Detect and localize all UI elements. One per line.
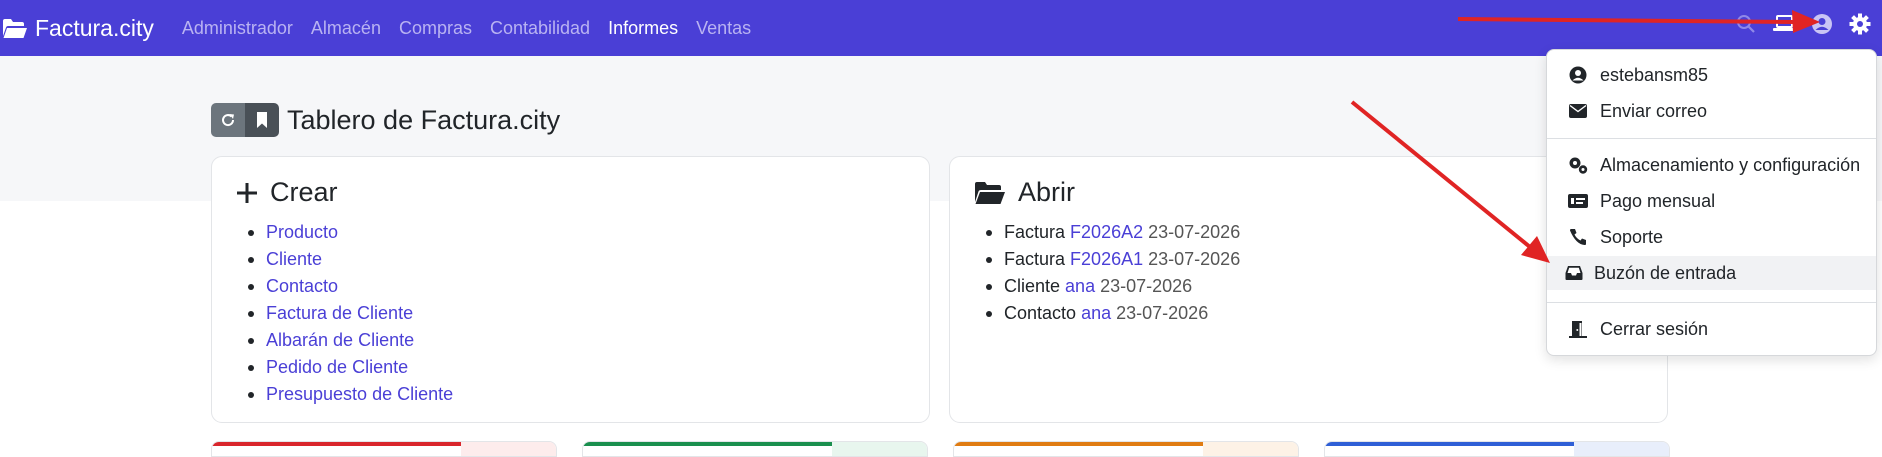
create-card-heading: Crear (270, 177, 338, 207)
menu-item-label: estebansm85 (1600, 64, 1709, 85)
doc-link[interactable]: F2026A1 (1070, 249, 1143, 269)
doc-type: Factura (1004, 249, 1066, 269)
create-order-link[interactable]: Pedido de Cliente (266, 357, 408, 377)
refresh-button[interactable] (211, 103, 245, 137)
menu-item-label: Cerrar sesión (1600, 318, 1709, 339)
menu-item-label: Soporte (1600, 226, 1664, 247)
doc-type: Cliente (1004, 276, 1061, 296)
list-item: Factura F2026A1 23-07-2026 (986, 246, 1240, 273)
create-card: Crear Producto Cliente Contacto Factura … (211, 156, 930, 423)
header-button-group (211, 103, 279, 137)
user-icon[interactable] (1810, 12, 1834, 36)
top-navbar: Factura.city Administrador Almacén Compr… (0, 0, 1882, 56)
laptop-icon[interactable] (1772, 12, 1796, 36)
envelope-icon (1567, 100, 1589, 122)
doc-link[interactable]: ana (1065, 276, 1095, 296)
doc-date: 23-07-2026 (1100, 276, 1193, 296)
list-item: Producto (248, 219, 453, 246)
menu-item-label: Enviar correo (1600, 100, 1708, 121)
list-item: Albarán de Cliente (248, 327, 453, 354)
menu-almacen[interactable]: Almacén (311, 18, 381, 39)
menu-compras[interactable]: Compras (399, 18, 472, 39)
create-card-title: Crear (236, 177, 338, 208)
menu-item-logout[interactable]: Cerrar sesión (1547, 312, 1876, 346)
list-item: Contacto ana 23-07-2026 (986, 300, 1240, 327)
create-product-link[interactable]: Producto (266, 222, 338, 242)
menu-item-billing[interactable]: Pago mensual (1547, 184, 1876, 218)
folder-open-icon (975, 181, 1005, 204)
doc-date: 23-07-2026 (1148, 249, 1241, 269)
stats-card-orange (953, 441, 1299, 457)
money-check-icon (1567, 190, 1589, 212)
card-tint (1574, 442, 1669, 456)
card-tint (832, 442, 927, 456)
main-menu: Administrador Almacén Compras Contabilid… (182, 18, 769, 39)
brand-name: Factura.city (35, 14, 154, 41)
menu-ventas[interactable]: Ventas (696, 18, 751, 39)
doc-type: Contacto (1004, 303, 1077, 323)
create-customer-link[interactable]: Cliente (266, 249, 322, 269)
open-card-title: Abrir (974, 177, 1075, 208)
phone-icon (1567, 226, 1589, 248)
menu-contabilidad[interactable]: Contabilidad (490, 18, 590, 39)
list-item: Factura de Cliente (248, 300, 453, 327)
folder-open-icon (3, 18, 27, 38)
create-delivery-note-link[interactable]: Albarán de Cliente (266, 330, 414, 350)
create-list: Producto Cliente Contacto Factura de Cli… (248, 219, 453, 408)
menu-item-label: Buzón de entrada (1594, 262, 1737, 283)
menu-item-label: Pago mensual (1600, 190, 1716, 211)
inbox-icon (1563, 262, 1585, 284)
create-contact-link[interactable]: Contacto (266, 276, 338, 296)
doc-type: Factura (1004, 222, 1066, 242)
doc-link[interactable]: ana (1081, 303, 1111, 323)
door-open-icon (1567, 318, 1589, 340)
refresh-icon (222, 114, 235, 127)
doc-link[interactable]: F2026A2 (1070, 222, 1143, 242)
menu-item-username[interactable]: estebansm85 (1547, 58, 1876, 92)
page-header: Tablero de Factura.city (211, 103, 560, 137)
list-item: Contacto (248, 273, 453, 300)
card-color-bar (212, 442, 463, 446)
menu-item-label: Almacenamiento y configuración (1600, 154, 1861, 175)
list-item: Presupuesto de Cliente (248, 381, 453, 408)
card-color-bar (1325, 442, 1576, 446)
open-card-heading: Abrir (1018, 177, 1076, 207)
stats-card-green (582, 441, 928, 457)
user-dropdown-menu: estebansm85 Enviar correo Almacenamiento… (1546, 49, 1877, 356)
menu-informes[interactable]: Informes (608, 18, 678, 39)
doc-date: 23-07-2026 (1116, 303, 1209, 323)
menu-item-inbox[interactable]: Buzón de entrada (1547, 256, 1876, 290)
plus-icon (237, 182, 257, 203)
card-color-bar (583, 442, 834, 446)
gears-icon (1567, 154, 1589, 176)
list-item: Pedido de Cliente (248, 354, 453, 381)
create-invoice-link[interactable]: Factura de Cliente (266, 303, 413, 323)
menu-divider (1547, 138, 1876, 139)
menu-administrador[interactable]: Administrador (182, 18, 293, 39)
bookmark-button[interactable] (245, 103, 279, 137)
brand[interactable]: Factura.city (2, 15, 154, 42)
menu-divider (1547, 302, 1876, 303)
stats-card-red (211, 441, 557, 457)
bookmark-icon (257, 112, 267, 128)
menu-item-storage[interactable]: Almacenamiento y configuración (1547, 148, 1876, 182)
card-tint (461, 442, 556, 456)
doc-date: 23-07-2026 (1148, 222, 1241, 242)
menu-item-support[interactable]: Soporte (1547, 220, 1876, 254)
list-item: Factura F2026A2 23-07-2026 (986, 219, 1240, 246)
user-circle-icon (1567, 64, 1589, 86)
page-title: Tablero de Factura.city (287, 104, 561, 135)
search-icon[interactable] (1734, 12, 1758, 36)
list-item: Cliente (248, 246, 453, 273)
menu-item-send-mail[interactable]: Enviar correo (1547, 94, 1876, 128)
list-item: Cliente ana 23-07-2026 (986, 273, 1240, 300)
card-color-bar (954, 442, 1205, 446)
open-list: Factura F2026A2 23-07-2026 Factura F2026… (986, 219, 1240, 327)
card-tint (1203, 442, 1298, 456)
create-quote-link[interactable]: Presupuesto de Cliente (266, 384, 453, 404)
gear-icon[interactable] (1848, 12, 1872, 36)
stats-card-blue (1324, 441, 1670, 457)
